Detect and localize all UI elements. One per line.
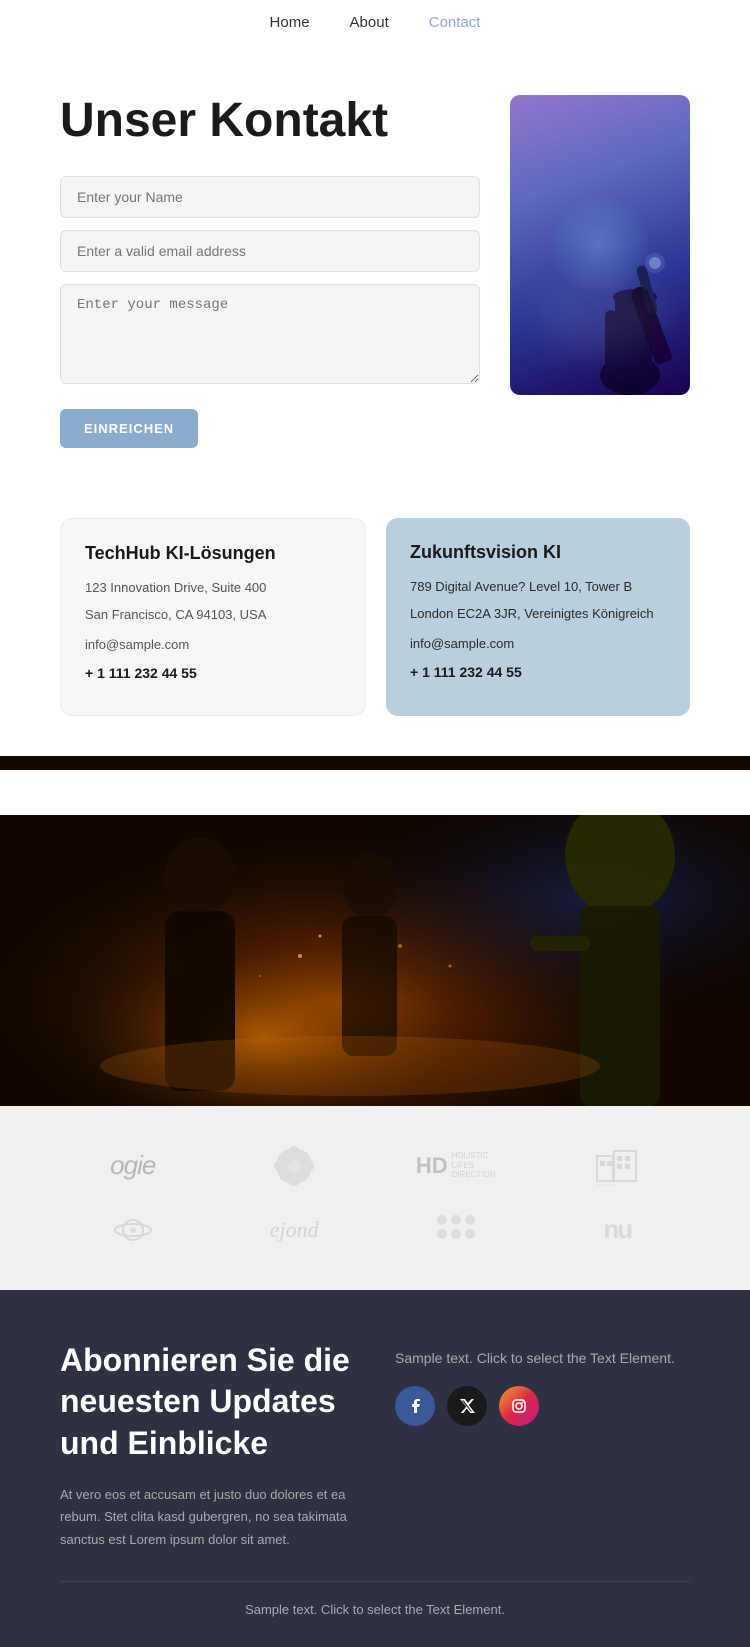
card-techhub-email: info@sample.com — [85, 635, 341, 656]
logo-flower — [274, 1146, 314, 1186]
card-zukunft-title: Zukunftsvision KI — [410, 542, 666, 563]
image-nav-home[interactable]: Home — [270, 784, 310, 801]
logo-nu: nu — [603, 1214, 631, 1245]
card-techhub-address2: San Francisco, CA 94103, USA — [85, 605, 341, 626]
footer-content: Abonnieren Sie die neuesten Updates und … — [60, 1340, 690, 1551]
hero-image-container — [510, 95, 690, 395]
flower-icon — [274, 1146, 314, 1186]
facebook-svg — [406, 1397, 424, 1415]
cards-section: TechHub KI-Lösungen 123 Innovation Drive… — [0, 488, 750, 756]
logo-ogie: ogie — [110, 1150, 155, 1181]
facebook-icon[interactable] — [395, 1386, 435, 1426]
twitter-x-icon[interactable] — [447, 1386, 487, 1426]
footer-right: Sample text. Click to select the Text El… — [395, 1340, 690, 1446]
social-icons — [395, 1386, 690, 1426]
hand-icon — [580, 235, 680, 395]
submit-button[interactable]: EINREICHEN — [60, 409, 198, 448]
image-nav-contact[interactable]: Contact — [429, 784, 481, 801]
nav-about[interactable]: About — [350, 14, 389, 31]
full-width-image: Home About Contact — [0, 756, 750, 1106]
svg-text:brighto: brighto — [597, 1183, 619, 1186]
logo-ejond: ejond — [270, 1217, 319, 1243]
footer-sample-text-top[interactable]: Sample text. Click to select the Text El… — [395, 1350, 690, 1366]
hero-title: Unser Kontakt — [60, 95, 480, 148]
footer-title: Abonnieren Sie die neuesten Updates und … — [60, 1340, 355, 1465]
logo-hd: HD HOLISTICLIFESDIRECTION — [416, 1151, 496, 1180]
card-zukunft-address1: 789 Digital Avenue? Level 10, Tower B — [410, 577, 666, 598]
card-techhub: TechHub KI-Lösungen 123 Innovation Drive… — [60, 518, 366, 716]
card-zukunft-email: info@sample.com — [410, 634, 666, 655]
nav-home[interactable]: Home — [270, 14, 310, 31]
card-zukunft-address2: London EC2A 3JR, Vereinigtes Königreich — [410, 604, 666, 625]
card-techhub-address1: 123 Innovation Drive, Suite 400 — [85, 578, 341, 599]
card-zukunft-phone: + 1 111 232 44 55 — [410, 661, 666, 683]
card-techhub-title: TechHub KI-Lösungen — [85, 543, 341, 564]
card-zukunft: Zukunftsvision KI 789 Digital Avenue? Le… — [386, 518, 690, 716]
image-nav: Home About Contact — [0, 770, 750, 815]
footer-section: Abonnieren Sie die neuesten Updates und … — [0, 1290, 750, 1647]
email-field-group — [60, 230, 480, 272]
logos-grid: ogie HD HOLISTICLIFESDIREC — [60, 1146, 690, 1250]
x-svg — [459, 1398, 475, 1414]
footer-sample-text-bottom[interactable]: Sample text. Click to select the Text El… — [60, 1602, 690, 1617]
image-nav-about[interactable]: About — [350, 784, 389, 801]
message-input[interactable] — [60, 284, 480, 384]
logo-brighto: brighto — [592, 1146, 642, 1186]
logos-section: ogie HD HOLISTICLIFESDIREC — [0, 1106, 750, 1290]
nav-contact[interactable]: Contact — [429, 14, 481, 31]
instagram-svg — [511, 1398, 527, 1414]
name-field-group — [60, 176, 480, 218]
footer-body-text: At vero eos et accusam et justo duo dolo… — [60, 1484, 355, 1550]
dots-icon — [434, 1212, 478, 1248]
hero-image — [510, 95, 690, 395]
instagram-icon[interactable] — [499, 1386, 539, 1426]
logo-saturn — [113, 1210, 153, 1250]
footer-bottom: Sample text. Click to select the Text El… — [60, 1581, 690, 1617]
main-nav: Home About Contact — [0, 0, 750, 45]
email-input[interactable] — [60, 230, 480, 272]
hero-section: Unser Kontakt EINREICHEN — [0, 45, 750, 488]
footer-left: Abonnieren Sie die neuesten Updates und … — [60, 1340, 355, 1551]
hero-left: Unser Kontakt EINREICHEN — [60, 95, 480, 448]
message-field-group — [60, 284, 480, 389]
card-techhub-phone: + 1 111 232 44 55 — [85, 662, 341, 684]
name-input[interactable] — [60, 176, 480, 218]
logo-dots — [434, 1212, 478, 1248]
building-icon: brighto — [592, 1146, 642, 1186]
saturn-icon — [113, 1210, 153, 1250]
